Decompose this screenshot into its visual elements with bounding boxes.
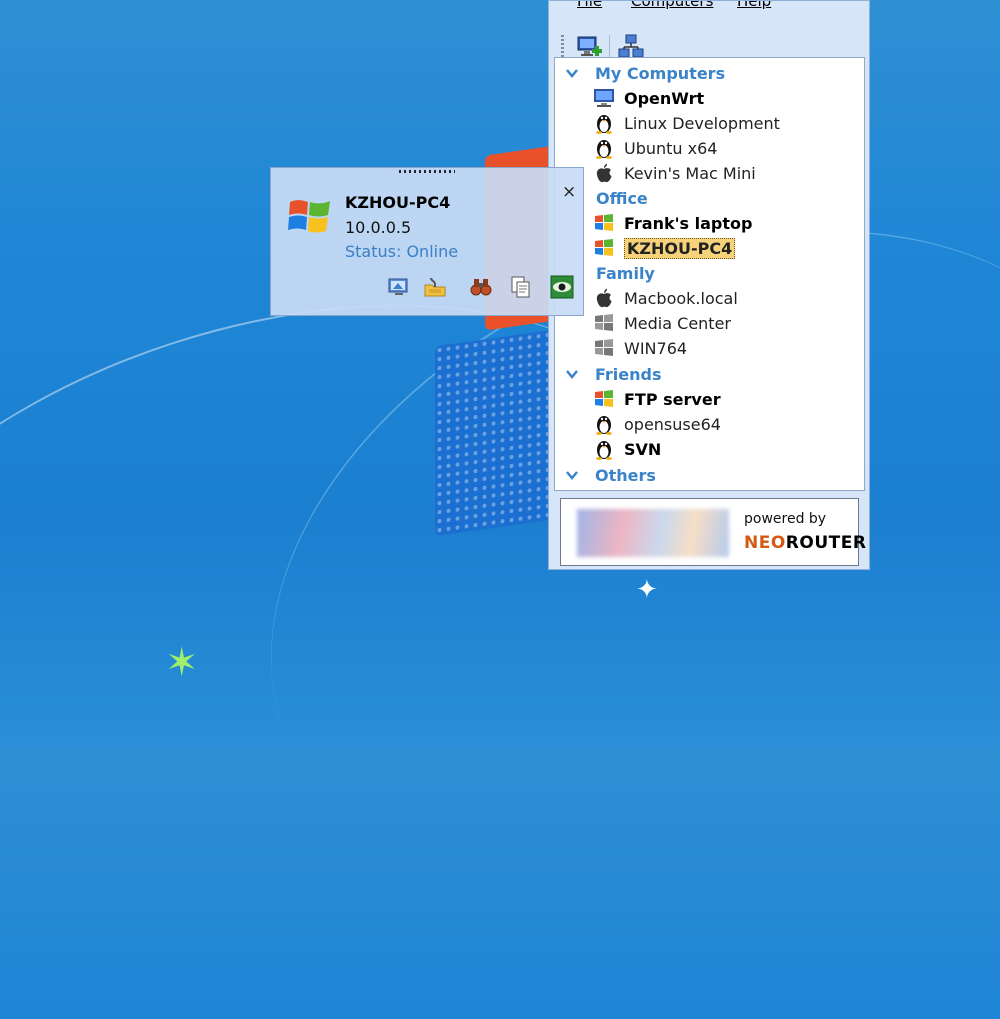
file-share-icon[interactable] [423, 275, 447, 299]
tree-item-media-center[interactable]: Media Center [593, 311, 731, 335]
sparkle-icon: ✦ [636, 575, 658, 605]
computer-name: KZHOU-PC4 [345, 193, 451, 212]
tree-item-linux-development[interactable]: Linux Development [593, 111, 780, 135]
linux-icon [596, 416, 612, 435]
computer-info-popup: × KZHOU-PC4 10.0.0.5 Status: Online [270, 167, 584, 316]
menu-help[interactable]: Help [737, 1, 771, 10]
binoculars-icon[interactable] [469, 275, 493, 299]
neorouter-main-window: File Computers Help My Computers OpenWrt… [548, 0, 870, 570]
linux-icon [596, 140, 612, 159]
computer-status: Status: Online [345, 242, 459, 261]
group-friends[interactable]: Friends [555, 362, 662, 386]
neorouter-logo: NEOROUTER [744, 533, 867, 553]
monitor-icon [594, 89, 614, 107]
group-others[interactable]: Others [555, 463, 656, 487]
group-label: Office [596, 188, 648, 208]
group-label: My Computers [595, 63, 726, 83]
group-my-computers[interactable]: My Computers [555, 61, 725, 85]
leaf-decoration-icon: ✶ [165, 640, 199, 686]
windows-gray-icon [595, 314, 613, 331]
view-icon[interactable] [550, 275, 574, 299]
tree-item-kevins-mac-mini[interactable]: Kevin's Mac Mini [593, 161, 756, 185]
remote-desktop-icon[interactable] [387, 275, 411, 299]
tree-item-win764[interactable]: WIN764 [593, 336, 687, 360]
tree-item-openwrt[interactable]: OpenWrt [593, 86, 704, 110]
tree-item-ftp-server[interactable]: FTP server [593, 387, 721, 411]
windows-icon [595, 214, 613, 231]
group-label: Friends [595, 364, 662, 384]
apple-icon [596, 163, 612, 183]
drag-grip[interactable] [399, 170, 455, 173]
tree-item-ubuntu-x64[interactable]: Ubuntu x64 [593, 136, 717, 160]
tree-item-franks-laptop[interactable]: Frank's laptop [593, 211, 752, 235]
tree-item-opensuse64[interactable]: opensuse64 [593, 412, 721, 436]
tree-item-kzhou-pc4[interactable]: KZHOU-PC4 [593, 236, 736, 260]
menu-file[interactable]: File [577, 1, 602, 10]
computer-ip: 10.0.0.5 [345, 218, 412, 237]
group-label: Family [596, 263, 655, 283]
menu-bar: File Computers Help [549, 1, 869, 15]
linux-icon [596, 441, 612, 460]
windows-icon [595, 239, 613, 256]
menu-computers[interactable]: Computers [631, 1, 713, 10]
apple-icon [596, 288, 612, 308]
banner-image [577, 509, 729, 557]
chevron-down-icon[interactable] [565, 367, 579, 381]
tree-item-svn[interactable]: SVN [593, 437, 661, 461]
chevron-down-icon[interactable] [565, 66, 579, 80]
selected-item-label: KZHOU-PC4 [624, 237, 736, 259]
windows-logo-icon [288, 200, 330, 233]
close-button[interactable]: × [562, 182, 576, 202]
windows-gray-icon [595, 339, 613, 356]
group-label: Others [595, 465, 656, 485]
linux-icon [596, 115, 612, 134]
chevron-down-icon[interactable] [565, 468, 579, 482]
windows-icon [595, 390, 613, 407]
toolbar [549, 15, 869, 61]
copy-icon[interactable] [509, 275, 533, 299]
powered-by-banner[interactable]: powered by NEOROUTER [560, 498, 866, 566]
tree-item-macbook-local[interactable]: Macbook.local [593, 286, 738, 310]
powered-by-text: powered by [744, 511, 827, 527]
computer-tree: My Computers OpenWrt Linux Development U… [554, 57, 865, 491]
